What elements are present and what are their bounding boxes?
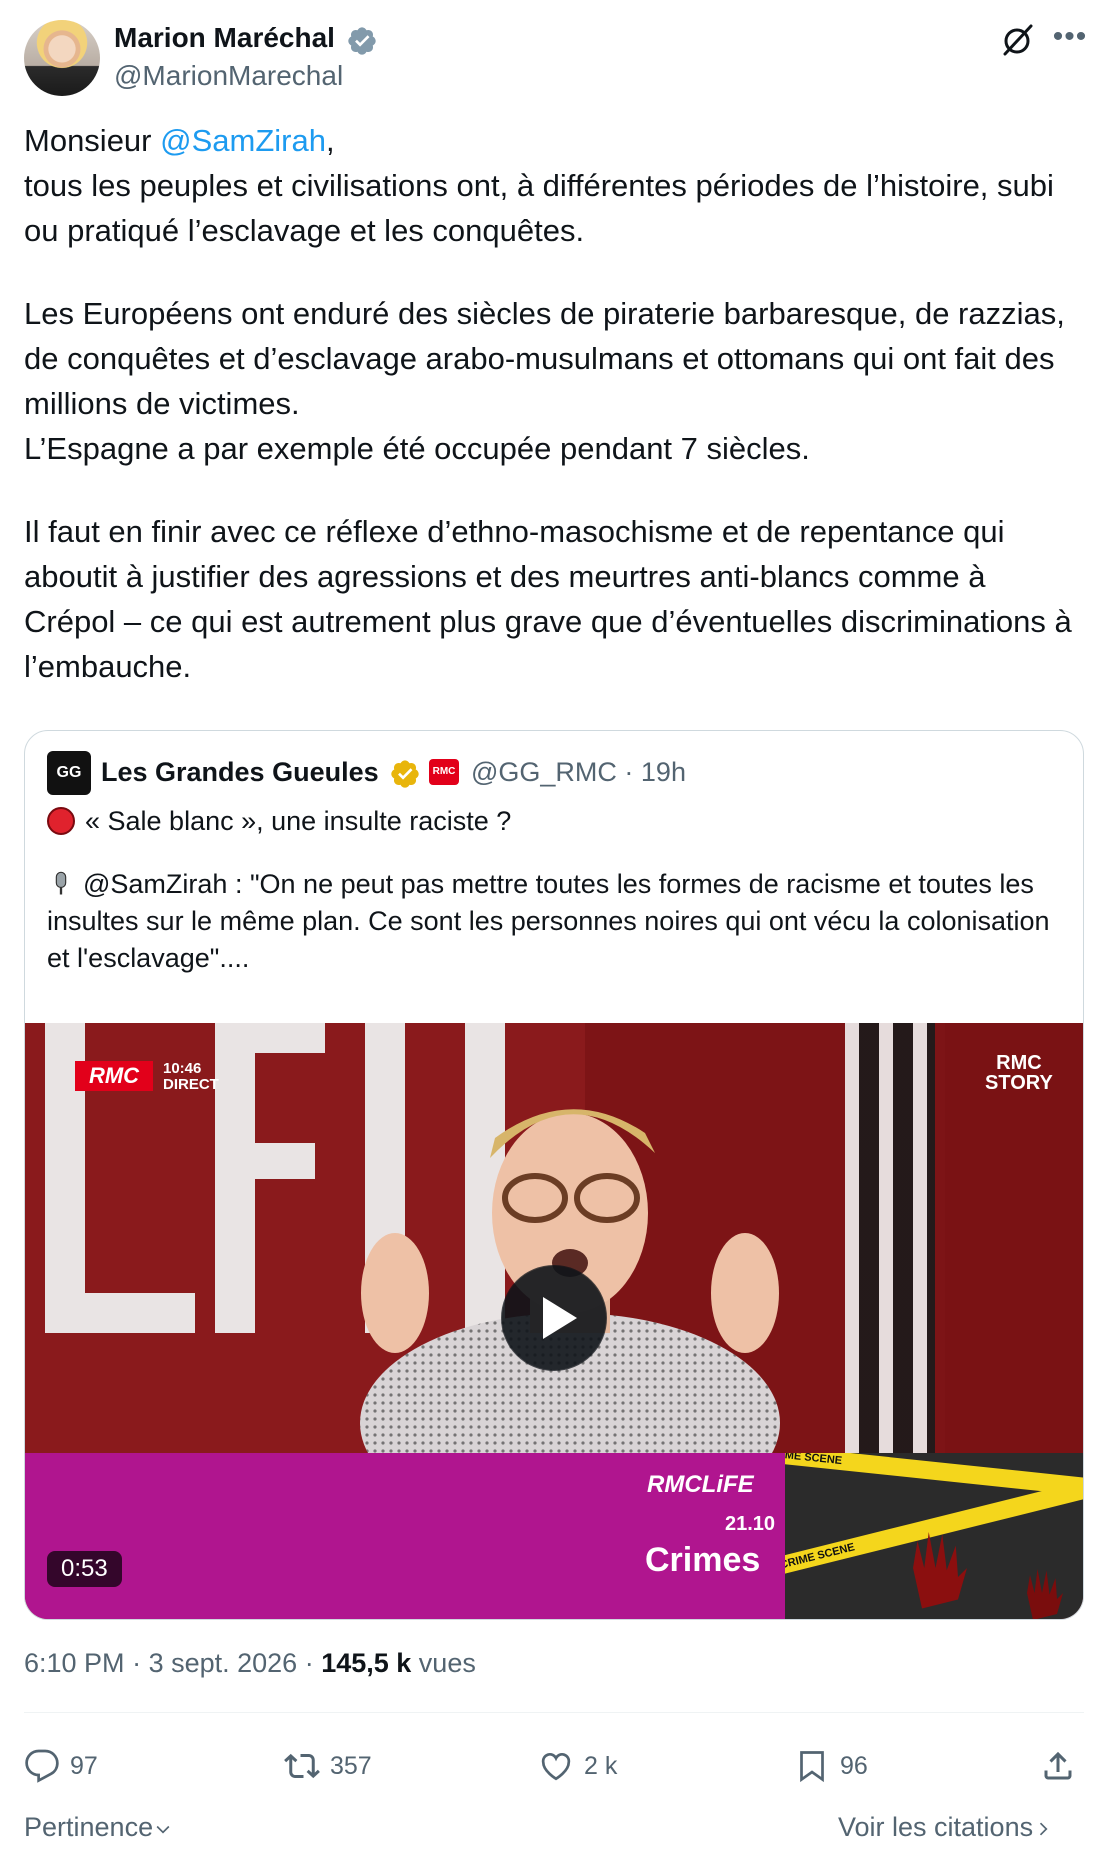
share-button[interactable] [1040, 1746, 1076, 1786]
verified-badge-icon [348, 27, 376, 55]
quoted-meta[interactable]: @GG_RMC · 19h [471, 757, 686, 788]
rmc-life-date: 21.10 [725, 1513, 776, 1535]
repost-icon [284, 1753, 320, 1779]
reply-count: 97 [70, 1751, 98, 1780]
sort-label: Pertinence [24, 1812, 154, 1842]
bookmark-icon [800, 1751, 824, 1783]
video-player[interactable]: RMC 10:46 DIRECT RMC STORY RMCLiFE 21.10 C… [25, 1023, 1083, 1619]
reply-button[interactable]: 97 [24, 1746, 98, 1786]
tweet-text: Monsieur @SamZirah, tous les peuples et … [24, 118, 1084, 689]
views-count: 145,5 k [321, 1648, 412, 1678]
tweet-paragraph-2: Les Européens ont enduré des siècles de … [24, 296, 1065, 466]
quoted-tweet[interactable]: GG Les Grandes Gueules RMC @GG_RMC · 19h… [24, 730, 1084, 1620]
tweet-time[interactable]: 6:10 PM [24, 1648, 125, 1678]
reply-icon [25, 1749, 59, 1783]
video-background-stripes [845, 1023, 935, 1453]
mention-link[interactable]: @SamZirah [160, 123, 326, 158]
share-icon [1044, 1751, 1072, 1780]
rmc-time-value: 10:46 [163, 1060, 202, 1077]
quoted-text: « Sale blanc », une insulte raciste ? @S… [47, 803, 1057, 977]
rmc-story-line1: RMC [996, 1052, 1042, 1074]
rmc-logo: RMC [75, 1061, 153, 1091]
bloody-hand-icon [1027, 1569, 1063, 1619]
quoted-avatar[interactable]: GG [47, 751, 91, 795]
rmc-story-line2: STORY [985, 1072, 1053, 1094]
video-duration: 0:53 [47, 1551, 122, 1587]
more-options-icon[interactable]: ••• [1050, 22, 1090, 58]
sort-dropdown[interactable]: Pertinence [24, 1812, 173, 1843]
crime-scene-image: CRIME SCENE CRIME SCENE [785, 1453, 1083, 1619]
affiliate-badge[interactable]: RMC [429, 759, 459, 785]
bloody-hand-icon [913, 1532, 967, 1609]
view-quotes-label: Voir les citations [838, 1812, 1034, 1842]
rmc-time: 10:46 DIRECT [163, 1061, 219, 1093]
microphone-icon [55, 871, 67, 895]
greeting: Monsieur [24, 123, 161, 158]
tweet-paragraph-1: tous les peuples et civilisations ont, à… [24, 168, 1063, 248]
quoted-line-1: « Sale blanc », une insulte raciste ? [47, 803, 1057, 840]
bookmark-button[interactable]: 96 [794, 1746, 868, 1786]
rmc-direct-label: DIRECT [163, 1076, 219, 1093]
like-count: 2 k [584, 1751, 618, 1780]
video-presenter [360, 1109, 780, 1463]
author-handle[interactable]: @MarionMarechal [114, 60, 343, 92]
play-button-icon[interactable] [501, 1265, 607, 1371]
greeting-comma: , [325, 123, 335, 158]
quoted-author-name[interactable]: Les Grandes Gueules [101, 757, 379, 788]
repost-count: 357 [330, 1751, 372, 1780]
chevron-down-icon [156, 1825, 170, 1834]
tweet-line-mention: Monsieur @SamZirah, [24, 118, 1084, 163]
author-avatar[interactable] [24, 20, 100, 96]
rmc-life-logo: RMCLiFE [647, 1471, 754, 1498]
quoted-headline: « Sale blanc », une insulte raciste ? [85, 806, 512, 836]
author-name[interactable]: Marion Maréchal [114, 22, 335, 54]
tweet-date[interactable]: 3 sept. 2026 [149, 1648, 298, 1678]
rmc-story-logo: RMC STORY [985, 1053, 1053, 1093]
bookmark-count: 96 [840, 1751, 868, 1780]
divider [24, 1712, 1084, 1713]
quoted-line-2: @SamZirah : "On ne peut pas mettre toute… [47, 866, 1057, 977]
views-label: vues [418, 1648, 476, 1678]
tweet-paragraph-3: Il faut en finir avec ce réflexe d’ethno… [24, 514, 1081, 684]
grok-icon[interactable] [1000, 22, 1036, 58]
repost-button[interactable]: 357 [284, 1746, 372, 1786]
gold-verified-badge-icon [391, 760, 419, 788]
quoted-body: @SamZirah : "On ne peut pas mettre toute… [47, 869, 1050, 973]
rmc-life-title: Crimes [645, 1541, 761, 1579]
view-quotes-link[interactable]: Voir les citations [838, 1812, 1053, 1843]
tweet-timestamp[interactable]: 6:10 PM · 3 sept. 2026 · 145,5 k vues [24, 1648, 476, 1679]
heart-icon [541, 1753, 571, 1781]
chevron-right-icon [1040, 1822, 1048, 1836]
red-circle-icon [47, 807, 75, 835]
like-button[interactable]: 2 k [538, 1746, 617, 1786]
